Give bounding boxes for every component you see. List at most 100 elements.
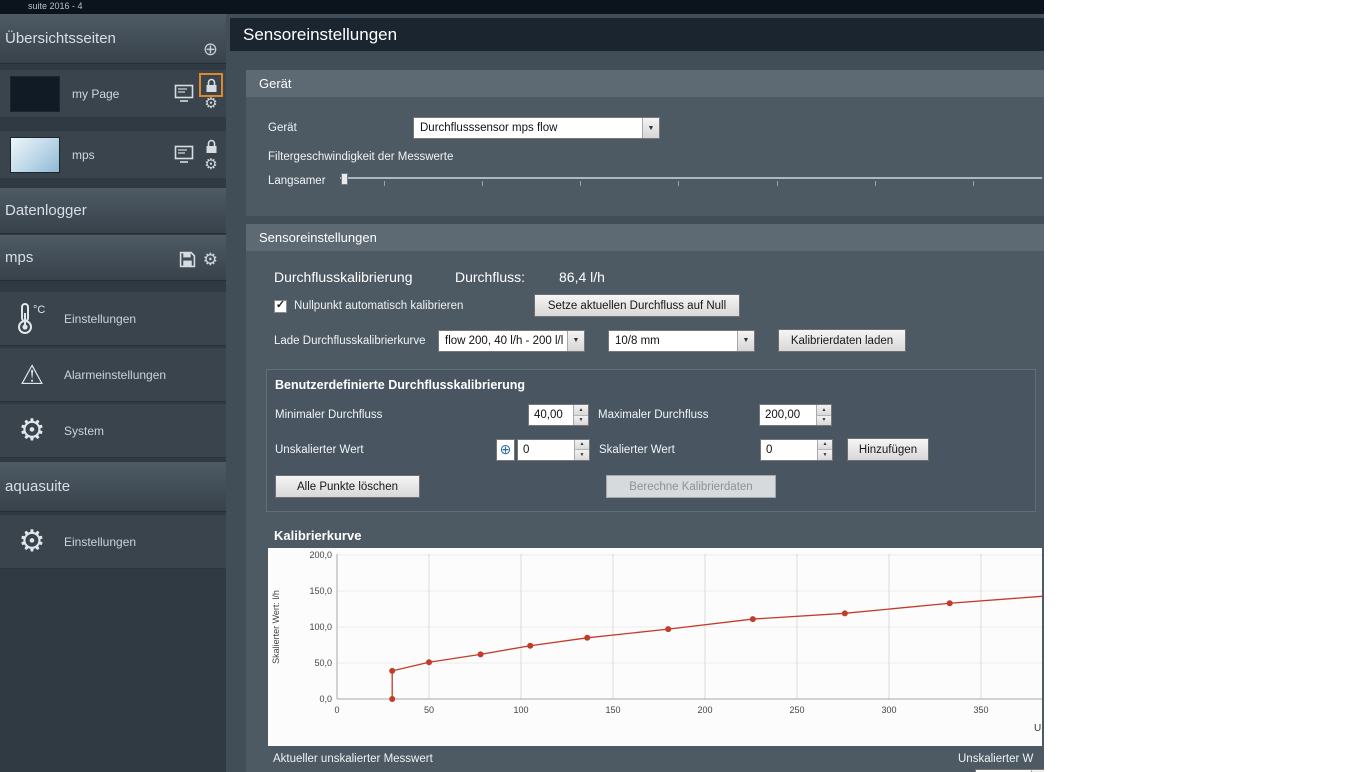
tube-size-dropdown-value[interactable]: 10/8 mm — [609, 335, 737, 347]
svg-text:150,0: 150,0 — [309, 586, 332, 596]
datenlogger-header-label: Datenlogger — [5, 202, 87, 219]
load-curve-label: Lade Durchflusskalibrierkurve — [274, 334, 426, 347]
pick-current-value-icon[interactable]: ⊕ — [496, 438, 515, 461]
max-flow-value[interactable]: 200,00 — [760, 405, 816, 425]
filter-speed-label: Filtergeschwindigkeit der Messwerte — [268, 151, 454, 163]
min-flow-value[interactable]: 40,00 — [529, 405, 573, 425]
sidebar-header-overview-pages[interactable]: Übersichtsseiten ⊕ — [0, 14, 226, 64]
device-header-label: mps — [5, 249, 34, 266]
sidebar-page-my-page[interactable]: my Page ⚙ — [0, 70, 226, 117]
slider-handle[interactable] — [341, 173, 348, 185]
calibration-chart: 200,0 150,0 100,0 50,0 0,0 0 50 100 150 200 250 300… — [268, 548, 1044, 746]
add-page-icon[interactable]: ⊕ — [203, 40, 218, 58]
sensor-section-header: Sensoreinstellungen — [246, 224, 1044, 251]
page-lock-icon[interactable] — [199, 73, 223, 97]
filter-speed-slider[interactable] — [340, 172, 1042, 190]
device-dropdown[interactable]: Durchflusssensor mps flow ▼ — [413, 117, 660, 139]
svg-text:50,0: 50,0 — [314, 658, 332, 668]
chevron-down-icon[interactable]: ▼ — [737, 330, 754, 351]
svg-text:250: 250 — [789, 705, 804, 715]
calibration-curve-dropdown-value[interactable]: flow 200, 40 l/h - 200 l/l — [439, 335, 567, 347]
add-point-button[interactable]: Hinzufügen — [847, 438, 929, 461]
edit-page-monitor-icon[interactable] — [174, 84, 196, 103]
nullpoint-checkbox[interactable]: ✓ — [274, 299, 287, 313]
sidebar-item-alarmeinstellungen[interactable]: ⚠ Alarmeinstellungen — [0, 348, 226, 402]
edit-page-monitor-icon[interactable] — [174, 145, 196, 164]
svg-text:0: 0 — [334, 705, 339, 715]
sidebar-page-mps[interactable]: mps ⚙ — [0, 131, 226, 178]
spin-up-icon[interactable]: ▲ — [574, 405, 588, 416]
tube-size-dropdown[interactable]: 10/8 mm ▼ — [608, 329, 755, 352]
sidebar-item-aquasuite-einstellungen[interactable]: ⚙ Einstellungen — [0, 515, 226, 569]
spin-down-icon[interactable]: ▼ — [818, 450, 832, 460]
device-dropdown-value[interactable]: Durchflusssensor mps flow — [414, 122, 642, 134]
unscaled-value-spinner[interactable]: 0 ▲ ▼ — [517, 438, 590, 461]
spin-up-icon[interactable]: ▲ — [575, 439, 589, 450]
main-content: Sensoreinstellungen Gerät Gerät Durchflu… — [226, 14, 1044, 772]
calibration-curve-title: Kalibrierkurve — [274, 528, 362, 543]
page-lock-icon[interactable] — [201, 136, 221, 156]
spin-up-icon[interactable]: ▲ — [818, 439, 832, 450]
aquasuite-header-label: aquasuite — [5, 478, 71, 495]
screen: suite 2016 - 4 Übersichtsseiten ⊕ my Pag… — [0, 0, 1359, 772]
chevron-down-icon[interactable]: ▼ — [642, 118, 659, 138]
unscaled-value-label: Unskalierter Wert — [275, 443, 364, 456]
window-titlebar: suite 2016 - 4 — [0, 0, 1044, 14]
svg-text:200,0: 200,0 — [309, 550, 332, 560]
window-title: suite 2016 - 4 — [28, 1, 83, 11]
slower-label: Langsamer — [268, 175, 326, 187]
sidebar-header-datenlogger[interactable]: Datenlogger — [0, 188, 226, 234]
page-settings-gear-icon[interactable]: ⚙ — [204, 157, 217, 173]
right-unscaled-label: Unskalierter W — [958, 753, 1034, 765]
svg-text:50: 50 — [424, 705, 434, 715]
nullpoint-checkbox-label: Nullpunkt automatisch kalibrieren — [294, 300, 464, 312]
sidebar-item-einstellungen[interactable]: °C Einstellungen — [0, 292, 226, 346]
svg-text:100,0: 100,0 — [309, 622, 332, 632]
scaled-value-label: Skalierter Wert — [599, 443, 675, 456]
sidebar-item-system[interactable]: ⚙ System — [0, 404, 226, 458]
sidebar-item-label: Einstellungen — [64, 534, 137, 549]
svg-text:Skalierter Wert: l/h: Skalierter Wert: l/h — [271, 590, 281, 664]
sidebar: Übersichtsseiten ⊕ my Page ⚙ mps ⚙ Daten… — [0, 14, 226, 772]
flow-value: 86,4 l/h — [559, 269, 605, 285]
page-thumbnail — [10, 136, 60, 173]
custom-calibration-title: Benutzerdefinierte Durchflusskalibrierun… — [275, 378, 526, 392]
svg-text:°C: °C — [33, 304, 45, 316]
spin-up-icon[interactable]: ▲ — [817, 405, 831, 416]
svg-text:300: 300 — [881, 705, 896, 715]
set-zero-flow-button[interactable]: Setze aktuellen Durchfluss auf Null — [534, 294, 740, 317]
gear-icon: ⚙ — [18, 524, 46, 558]
save-icon[interactable] — [179, 251, 196, 268]
chart-footer: Aktueller unskalierter Messwert 146 Unsk… — [246, 753, 1044, 772]
page-label: my Page — [72, 86, 120, 101]
spin-down-icon[interactable]: ▼ — [817, 415, 831, 425]
device-settings-gear-icon[interactable]: ⚙ — [203, 251, 218, 268]
min-flow-spinner[interactable]: 40,00 ▲ ▼ — [528, 404, 589, 426]
thermometer-icon: °C — [0, 300, 64, 338]
max-flow-spinner[interactable]: 200,00 ▲ ▼ — [759, 404, 832, 426]
device-section: Gerät Gerät Durchflusssensor mps flow ▼ … — [246, 70, 1044, 216]
spin-down-icon[interactable]: ▼ — [574, 415, 588, 425]
calibration-curve-dropdown[interactable]: flow 200, 40 l/h - 200 l/l ▼ — [438, 329, 585, 352]
device-select-row: Gerät Durchflusssensor mps flow ▼ — [268, 117, 1044, 139]
load-calibration-data-button[interactable]: Kalibrierdaten laden — [778, 329, 906, 352]
delete-all-points-button[interactable]: Alle Punkte löschen — [275, 475, 420, 498]
sidebar-item-label: System — [64, 423, 105, 438]
spin-down-icon[interactable]: ▼ — [575, 450, 589, 460]
flow-label: Durchfluss: — [455, 269, 526, 285]
page-title: Sensoreinstellungen — [230, 18, 1044, 51]
scaled-value-spinner[interactable]: 0 ▲ ▼ — [760, 438, 833, 461]
chevron-down-icon[interactable]: ▼ — [567, 330, 584, 351]
flow-calibration-title: Durchflusskalibrierung — [274, 269, 413, 285]
svg-text:200: 200 — [697, 705, 712, 715]
current-unscaled-label: Aktueller unskalierter Messwert — [273, 753, 433, 765]
unscaled-value[interactable]: 0 — [518, 440, 574, 460]
sidebar-header-aquasuite[interactable]: aquasuite — [0, 462, 226, 512]
scaled-value[interactable]: 0 — [761, 440, 817, 460]
overview-header-label: Übersichtsseiten — [5, 30, 116, 47]
page-settings-gear-icon[interactable]: ⚙ — [204, 96, 217, 112]
calibration-chart-svg: 200,0 150,0 100,0 50,0 0,00 50 100 150 200 250 300… — [268, 548, 1044, 746]
sidebar-header-device-mps[interactable]: mps ⚙ — [0, 235, 226, 281]
calculate-calibration-button[interactable]: Berechne Kalibrierdaten — [606, 475, 776, 498]
svg-text:350: 350 — [973, 705, 988, 715]
